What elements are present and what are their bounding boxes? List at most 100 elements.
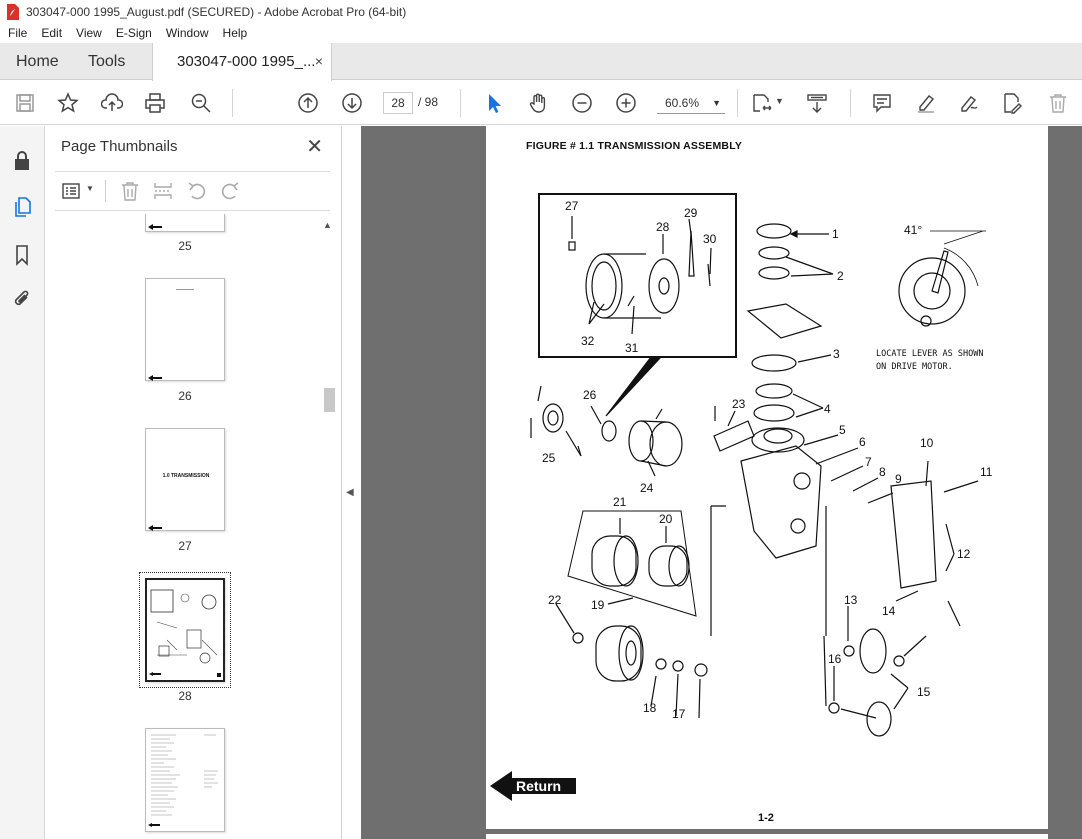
callout-28: 28 — [656, 220, 670, 234]
toolbar: 28 / 98 60.6% ▼ ▼ — [0, 81, 1082, 125]
chevron-down-icon: ▼ — [712, 98, 721, 108]
callout-9: 9 — [895, 472, 902, 486]
thumbnail-drawing — [149, 589, 221, 677]
callout-6: 6 — [859, 435, 866, 449]
page-number-label: 1-2 — [758, 812, 774, 824]
panel-title: Page Thumbnails — [61, 138, 178, 155]
menu-window[interactable]: Window — [159, 26, 216, 40]
note-line-2: ON DRIVE MOTOR. — [876, 362, 953, 372]
comment-icon[interactable] — [870, 91, 894, 115]
page-total: / 98 — [418, 95, 439, 109]
callout-2: 2 — [837, 269, 844, 283]
print-icon[interactable] — [143, 91, 167, 115]
zoom-in-icon[interactable] — [614, 91, 638, 115]
thumbnail-tools: ▼ — [55, 171, 330, 211]
locate-lever-note: LOCATE LEVER AS SHOWN ON DRIVE MOTOR. — [876, 348, 983, 374]
callout-23: 23 — [732, 397, 746, 411]
options-menu-icon[interactable] — [61, 180, 83, 202]
callout-13: 13 — [844, 593, 858, 607]
callout-21: 21 — [613, 495, 627, 509]
hand-icon[interactable] — [526, 91, 550, 115]
callout-5: 5 — [839, 423, 846, 437]
page-thumbnail-27[interactable]: 1.0 TRANSMISSION — [145, 428, 225, 531]
callout-20: 20 — [659, 512, 673, 526]
rotate-counterclockwise-icon[interactable] — [186, 180, 208, 202]
return-arrow-icon — [148, 224, 162, 230]
callout-29: 29 — [684, 206, 698, 220]
page-thumbnails-icon[interactable] — [11, 196, 33, 218]
tab-tools[interactable]: Tools — [88, 43, 125, 80]
thumbnails-panel: Page Thumbnails ✕ ▼ 25 26 1.0 TRANSMISSI… — [45, 126, 342, 839]
tab-bar: Home Tools 303047-000 1995_... × — [0, 43, 1082, 81]
attachments-icon[interactable] — [11, 288, 33, 310]
thumbnail-label: 27 — [178, 539, 192, 553]
edit-pdf-icon[interactable] — [1000, 91, 1024, 115]
callout-24: 24 — [640, 481, 654, 495]
bookmarks-icon[interactable] — [11, 244, 33, 266]
zoom-out-icon[interactable] — [570, 91, 594, 115]
return-arrow-icon — [148, 525, 162, 531]
callout-27: 27 — [565, 199, 579, 213]
menu-file[interactable]: File — [0, 26, 34, 40]
next-pdf-page — [486, 834, 1048, 839]
thumbnail-label: 26 — [178, 389, 192, 403]
delete-icon[interactable] — [1046, 91, 1070, 115]
return-button[interactable]: Return — [490, 771, 576, 801]
thumbnail-scrollbar[interactable]: ▲ — [321, 220, 335, 839]
callout-11: 11 — [980, 465, 993, 479]
menu-esign[interactable]: E-Sign — [109, 26, 159, 40]
tab-close-icon[interactable]: × — [315, 43, 323, 80]
close-icon[interactable]: ✕ — [306, 134, 323, 159]
insert-page-icon[interactable] — [152, 180, 174, 202]
transmission-assembly-drawing: 1 2 3 4 5 6 7 8 9 10 11 12 13 14 15 16 1… — [530, 193, 993, 737]
toolbar-separator — [460, 89, 461, 117]
upload-icon[interactable] — [100, 91, 124, 115]
page-thumbnail-25[interactable] — [145, 214, 225, 232]
thumbnail-list: 25 26 1.0 TRANSMISSION 27 28 — [55, 214, 320, 839]
thumbnail-parts-list — [148, 734, 218, 827]
tab-home[interactable]: Home — [16, 43, 59, 80]
save-icon[interactable] — [13, 91, 37, 115]
collapse-panel-icon[interactable]: ◀ — [346, 487, 354, 498]
prev-page-icon[interactable] — [296, 91, 320, 115]
bookmark-star-icon[interactable] — [56, 91, 80, 115]
callout-14: 14 — [882, 604, 896, 618]
highlight-icon[interactable] — [914, 91, 938, 115]
zoom-value: 60.6% — [665, 96, 700, 110]
scroll-mode-icon[interactable] — [805, 91, 829, 115]
angle-label: 41° — [904, 223, 922, 237]
page-thumbnail-26[interactable] — [145, 278, 225, 381]
callout-8: 8 — [879, 465, 886, 479]
callout-10: 10 — [920, 436, 934, 450]
page-number-input[interactable]: 28 — [383, 92, 413, 114]
return-label: Return — [516, 778, 562, 794]
select-cursor-icon[interactable] — [482, 91, 506, 115]
tab-document[interactable]: 303047-000 1995_... × — [152, 43, 332, 81]
sign-icon[interactable] — [957, 91, 981, 115]
scroll-up-icon[interactable]: ▲ — [323, 220, 332, 230]
delete-page-icon[interactable] — [119, 180, 141, 202]
zoom-dropdown[interactable]: 60.6% ▼ — [657, 92, 725, 114]
thumbnail-label: 25 — [178, 239, 192, 253]
scrollbar-thumb[interactable] — [324, 388, 335, 412]
find-zoom-icon[interactable] — [189, 91, 213, 115]
next-page-icon[interactable] — [340, 91, 364, 115]
callout-12: 12 — [957, 547, 971, 561]
chevron-down-icon[interactable]: ▼ — [86, 184, 94, 193]
title-bar: 303047-000 1995_August.pdf (SECURED) - A… — [0, 0, 1082, 23]
page-thumbnail-29[interactable] — [145, 728, 225, 832]
lock-icon[interactable] — [11, 150, 33, 172]
callout-7: 7 — [865, 455, 872, 469]
document-viewport[interactable]: FIGURE # 1.1 TRANSMISSION ASSEMBLY 1 2 3… — [361, 126, 1082, 839]
menu-help[interactable]: Help — [216, 26, 255, 40]
left-rail — [0, 126, 45, 839]
chevron-down-icon[interactable]: ▼ — [775, 96, 784, 106]
fit-page-icon[interactable] — [750, 91, 774, 115]
callout-31: 31 — [625, 341, 639, 355]
menu-view[interactable]: View — [69, 26, 109, 40]
menu-edit[interactable]: Edit — [34, 26, 69, 40]
callout-16: 16 — [828, 652, 842, 666]
pdf-page: FIGURE # 1.1 TRANSMISSION ASSEMBLY 1 2 3… — [486, 126, 1048, 829]
page-thumbnail-28[interactable] — [145, 578, 225, 682]
rotate-clockwise-icon[interactable] — [219, 180, 241, 202]
